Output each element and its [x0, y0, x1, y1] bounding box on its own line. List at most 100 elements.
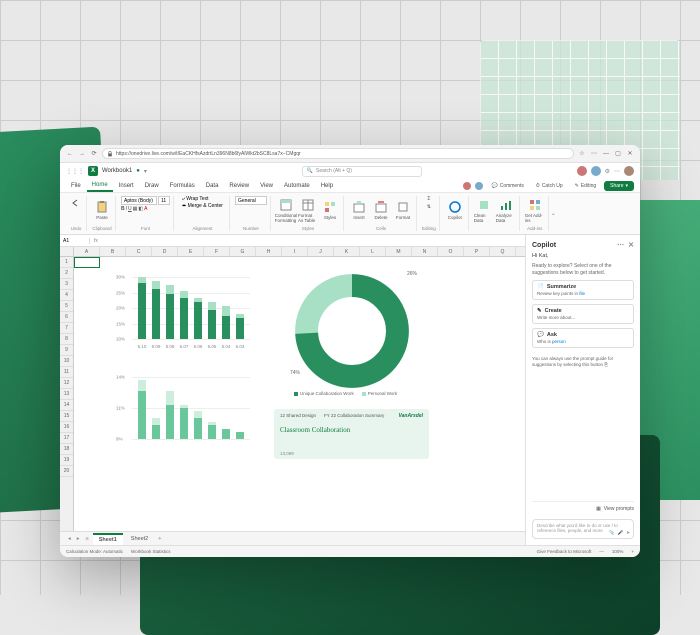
col-header[interactable]: B: [100, 247, 126, 256]
col-header[interactable]: M: [386, 247, 412, 256]
col-header[interactable]: P: [464, 247, 490, 256]
row-header[interactable]: 9: [60, 345, 73, 356]
row-header[interactable]: 13: [60, 389, 73, 400]
back-icon[interactable]: ←: [66, 150, 74, 158]
copilot-attach-icon[interactable]: 📎: [609, 530, 615, 536]
copilot-card-ask[interactable]: 💬Ask Who is person: [532, 328, 634, 348]
menu-draw[interactable]: Draw: [140, 181, 164, 191]
workbook-title[interactable]: Workbook1: [102, 168, 132, 174]
italic-button[interactable]: I: [126, 206, 127, 212]
copilot-mic-icon[interactable]: 🎤: [618, 530, 624, 536]
col-header[interactable]: Q: [490, 247, 516, 256]
sheet-tab-2[interactable]: Sheet2: [125, 534, 154, 544]
col-header[interactable]: O: [438, 247, 464, 256]
col-header[interactable]: F: [204, 247, 230, 256]
user-avatar[interactable]: [624, 166, 634, 176]
refresh-icon[interactable]: ⟳: [90, 150, 98, 158]
row-header[interactable]: 18: [60, 444, 73, 455]
comments-button[interactable]: 💬Comments: [487, 182, 527, 190]
col-header[interactable]: E: [178, 247, 204, 256]
row-header[interactable]: 10: [60, 356, 73, 367]
sum-button[interactable]: Σ: [427, 196, 430, 202]
sheet-tab-1[interactable]: Sheet1: [93, 533, 123, 545]
fx-icon[interactable]: fx: [90, 238, 102, 244]
copilot-card-summarize[interactable]: 📄Summarize Review key points in file: [532, 280, 634, 300]
col-header[interactable]: N: [412, 247, 438, 256]
row-header[interactable]: 19: [60, 455, 73, 466]
menu-data[interactable]: Data: [201, 181, 224, 191]
conditional-formatting-button[interactable]: Conditional Formatting: [276, 196, 296, 224]
bar-chart-2[interactable]: 14%11%9%: [114, 365, 254, 453]
window-minimize-icon[interactable]: —: [602, 150, 610, 158]
insert-button[interactable]: Insert: [349, 196, 369, 224]
status-stats[interactable]: Workbook Statistics: [131, 549, 170, 554]
row-header[interactable]: 2: [60, 268, 73, 279]
row-header[interactable]: 12: [60, 378, 73, 389]
copilot-send-icon[interactable]: ➤: [626, 530, 630, 536]
copilot-view-prompts[interactable]: ▦View prompts: [532, 501, 634, 512]
underline-button[interactable]: U: [128, 206, 132, 212]
font-color-button[interactable]: A: [144, 206, 147, 212]
copilot-input[interactable]: Describe what you'd like to do or use / …: [532, 519, 634, 539]
active-cell[interactable]: [74, 257, 100, 268]
sort-button[interactable]: ⇅: [427, 204, 431, 210]
window-maximize-icon[interactable]: ▢: [614, 150, 622, 158]
editing-button[interactable]: ✎Editing: [571, 182, 601, 190]
cells[interactable]: 30%25%20%15%10%5.105.095.085.075.065.055…: [74, 257, 525, 531]
col-header[interactable]: D: [152, 247, 178, 256]
row-header[interactable]: 6: [60, 312, 73, 323]
info-tab-2[interactable]: FY 22 Collaboration Summary: [324, 413, 384, 418]
zoom-in-icon[interactable]: +: [631, 549, 634, 554]
col-header[interactable]: K: [334, 247, 360, 256]
ribbon-collapse-icon[interactable]: ⌄: [551, 210, 556, 217]
presence-avatar-1[interactable]: [463, 182, 471, 190]
addins-button[interactable]: Get Add-ins: [525, 196, 545, 224]
format-table-button[interactable]: Format As Table: [298, 196, 318, 224]
analyze-data-button[interactable]: Analyze Data: [496, 196, 516, 224]
copilot-close-icon[interactable]: ✕: [628, 241, 634, 249]
tab-next-icon[interactable]: ▸: [75, 536, 82, 542]
settings-icon[interactable]: ⚙: [605, 168, 610, 175]
tab-list-icon[interactable]: ≡: [84, 536, 91, 542]
col-header[interactable]: I: [282, 247, 308, 256]
menu-file[interactable]: File: [66, 181, 86, 191]
copilot-more-icon[interactable]: ⋯: [617, 241, 624, 249]
presence-avatar-2[interactable]: [475, 182, 483, 190]
add-sheet-icon[interactable]: +: [156, 536, 163, 542]
col-header[interactable]: A: [74, 247, 100, 256]
status-feedback[interactable]: Give Feedback to Microsoft: [537, 549, 592, 554]
donut-chart[interactable]: 26% 74% Unique Collaboration Work Person…: [274, 265, 429, 400]
copilot-card-create[interactable]: ✎Create Write more about...: [532, 304, 634, 324]
format-button[interactable]: Format: [393, 196, 413, 224]
share-button[interactable]: Share ▾: [604, 181, 634, 191]
menu-automate[interactable]: Automate: [279, 181, 315, 191]
info-card[interactable]: 12 Shared Design FY 22 Collaboration Sum…: [274, 409, 429, 459]
more-icon[interactable]: ⋯: [614, 168, 620, 175]
menu-view[interactable]: View: [255, 181, 278, 191]
collaborator-avatar-1[interactable]: [577, 166, 587, 176]
dropdown-icon[interactable]: ▾: [144, 168, 147, 175]
row-header[interactable]: 14: [60, 400, 73, 411]
row-header[interactable]: 20: [60, 466, 73, 477]
row-header[interactable]: 1: [60, 257, 73, 268]
fill-color-button[interactable]: ◧: [138, 206, 143, 212]
merge-button[interactable]: ⬌ Merge & Center: [182, 203, 223, 209]
row-header[interactable]: 15: [60, 411, 73, 422]
catchup-button[interactable]: ⏱Catch Up: [532, 182, 567, 190]
row-header[interactable]: 8: [60, 334, 73, 345]
spreadsheet-grid[interactable]: ABCDEFGHIJKLMNOPQ 1234567891011121314151…: [60, 247, 525, 531]
font-name-select[interactable]: Aptos (Body): [121, 196, 157, 205]
row-header[interactable]: 11: [60, 367, 73, 378]
window-close-icon[interactable]: ✕: [626, 150, 634, 158]
col-header[interactable]: G: [230, 247, 256, 256]
bar-chart-1[interactable]: 30%25%20%15%10%5.105.095.085.075.065.055…: [114, 265, 254, 353]
menu-review[interactable]: Review: [224, 181, 254, 191]
menu-help[interactable]: Help: [316, 181, 338, 191]
row-header[interactable]: 3: [60, 279, 73, 290]
col-header[interactable]: H: [256, 247, 282, 256]
row-header[interactable]: 7: [60, 323, 73, 334]
row-header[interactable]: 17: [60, 433, 73, 444]
col-header[interactable]: L: [360, 247, 386, 256]
bold-button[interactable]: B: [121, 206, 125, 212]
select-all-corner[interactable]: [60, 247, 74, 256]
